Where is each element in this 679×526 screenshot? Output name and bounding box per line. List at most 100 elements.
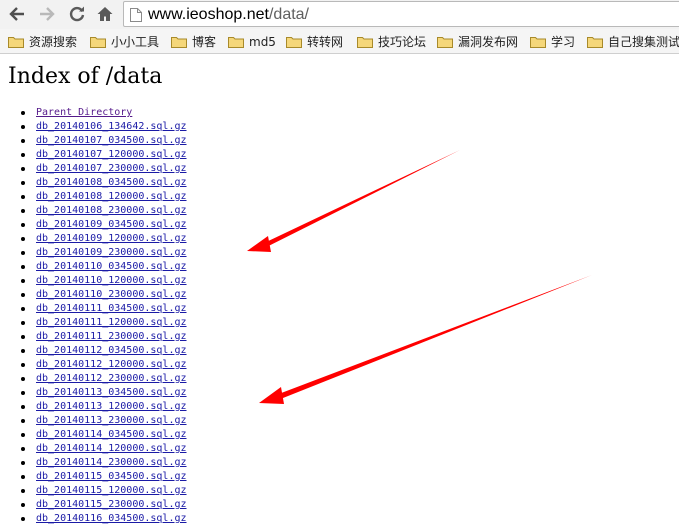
- list-bullet: [21, 265, 25, 269]
- browser-toolbar: www.ieoshop.net/data/: [0, 0, 679, 29]
- file-link[interactable]: db_20140107_034500.sql.gz: [36, 135, 187, 146]
- file-link[interactable]: db_20140109_230000.sql.gz: [36, 247, 187, 258]
- list-bullet: [21, 195, 25, 199]
- list-item: db_20140112_230000.sql.gz: [0, 372, 187, 386]
- list-item: db_20140113_120000.sql.gz: [0, 400, 187, 414]
- bookmark-label: 技巧论坛: [378, 35, 427, 49]
- file-link[interactable]: db_20140116_034500.sql.gz: [36, 513, 187, 524]
- file-link[interactable]: db_20140113_034500.sql.gz: [36, 387, 187, 398]
- file-link[interactable]: db_20140115_120000.sql.gz: [36, 485, 187, 496]
- red-arrow-2: [259, 275, 592, 404]
- folder-icon: [357, 36, 373, 48]
- list-item: db_20140109_230000.sql.gz: [0, 246, 187, 260]
- list-bullet: [21, 321, 25, 325]
- page-title: Index of /data: [8, 64, 163, 89]
- red-arrow-1: [247, 150, 460, 252]
- folder-icon: [171, 36, 187, 48]
- home-icon[interactable]: [94, 3, 116, 25]
- file-link[interactable]: db_20140115_034500.sql.gz: [36, 471, 187, 482]
- file-link[interactable]: db_20140114_120000.sql.gz: [36, 443, 187, 454]
- bookmark-item[interactable]: 学习: [530, 33, 575, 50]
- list-bullet: [21, 279, 25, 283]
- back-arrow-icon[interactable]: [6, 3, 28, 25]
- list-bullet: [21, 391, 25, 395]
- list-item: db_20140108_034500.sql.gz: [0, 176, 187, 190]
- folder-icon: [437, 36, 453, 48]
- list-item: db_20140110_230000.sql.gz: [0, 288, 187, 302]
- file-link[interactable]: db_20140111_120000.sql.gz: [36, 317, 187, 328]
- file-link[interactable]: db_20140112_230000.sql.gz: [36, 373, 187, 384]
- file-link[interactable]: db_20140111_034500.sql.gz: [36, 303, 187, 314]
- list-item: db_20140115_034500.sql.gz: [0, 470, 187, 484]
- list-item: db_20140114_034500.sql.gz: [0, 428, 187, 442]
- bookmark-item[interactable]: 博客: [171, 33, 216, 50]
- file-link[interactable]: db_20140106_134642.sql.gz: [36, 121, 187, 132]
- url-path: /data/: [268, 6, 309, 23]
- list-item: db_20140110_034500.sql.gz: [0, 260, 187, 274]
- file-link[interactable]: db_20140107_230000.sql.gz: [36, 163, 187, 174]
- folder-icon: [530, 36, 546, 48]
- bookmark-label: 资源搜索: [29, 35, 78, 49]
- file-link[interactable]: db_20140111_230000.sql.gz: [36, 331, 187, 342]
- list-item: Parent Directory: [0, 106, 187, 120]
- bookmark-item[interactable]: 小小工具: [90, 33, 159, 50]
- bookmark-item[interactable]: 资源搜索: [8, 33, 77, 50]
- file-link[interactable]: db_20140109_120000.sql.gz: [36, 233, 187, 244]
- list-bullet: [21, 237, 25, 241]
- bookmark-item[interactable]: 转转网: [286, 33, 343, 50]
- list-bullet: [21, 419, 25, 423]
- list-item: db_20140113_230000.sql.gz: [0, 414, 187, 428]
- list-bullet: [21, 335, 25, 339]
- file-link[interactable]: db_20140108_230000.sql.gz: [36, 205, 187, 216]
- file-link[interactable]: db_20140113_230000.sql.gz: [36, 415, 187, 426]
- file-link[interactable]: db_20140114_230000.sql.gz: [36, 457, 187, 468]
- directory-listing: Parent Directory db_20140106_134642.sql.…: [0, 106, 187, 526]
- url-host: www.ieoshop.net: [148, 6, 269, 23]
- file-link[interactable]: db_20140114_034500.sql.gz: [36, 429, 187, 440]
- bookmark-label: 自己搜集测试: [608, 35, 679, 49]
- url-text: www.ieoshop.net/data/: [148, 5, 309, 24]
- address-bar[interactable]: www.ieoshop.net/data/: [123, 1, 679, 27]
- file-link[interactable]: db_20140110_120000.sql.gz: [36, 275, 187, 286]
- forward-arrow-icon[interactable]: [36, 3, 58, 25]
- bookmark-item[interactable]: 漏洞发布网: [437, 33, 518, 50]
- file-link[interactable]: db_20140112_120000.sql.gz: [36, 359, 187, 370]
- folder-icon: [286, 36, 302, 48]
- list-bullet: [21, 377, 25, 381]
- folder-icon: [8, 36, 24, 48]
- file-link[interactable]: db_20140110_230000.sql.gz: [36, 289, 187, 300]
- file-link[interactable]: db_20140115_230000.sql.gz: [36, 499, 187, 510]
- list-item: db_20140109_120000.sql.gz: [0, 232, 187, 246]
- list-bullet: [21, 111, 25, 115]
- file-link[interactable]: db_20140112_034500.sql.gz: [36, 345, 187, 356]
- list-bullet: [21, 475, 25, 479]
- list-bullet: [21, 125, 25, 129]
- bookmark-item[interactable]: 技巧论坛: [357, 33, 426, 50]
- list-bullet: [21, 153, 25, 157]
- parent-directory-link[interactable]: Parent Directory: [36, 107, 132, 118]
- list-bullet: [21, 223, 25, 227]
- bookmark-label: md5: [249, 34, 276, 49]
- file-link[interactable]: db_20140108_120000.sql.gz: [36, 191, 187, 202]
- folder-icon: [228, 36, 244, 48]
- reload-icon[interactable]: [66, 3, 88, 25]
- list-bullet: [21, 251, 25, 255]
- file-link[interactable]: db_20140110_034500.sql.gz: [36, 261, 187, 272]
- list-item: db_20140112_034500.sql.gz: [0, 344, 187, 358]
- file-link[interactable]: db_20140108_034500.sql.gz: [36, 177, 187, 188]
- list-bullet: [21, 167, 25, 171]
- bookmark-item[interactable]: 自己搜集测试: [587, 33, 679, 50]
- file-link[interactable]: db_20140109_034500.sql.gz: [36, 219, 187, 230]
- bookmarks-bar: 资源搜索 小小工具 博客 md5 转转网 技巧论坛 漏洞发布网 学习 自己搜集测试: [0, 29, 679, 54]
- bookmark-label: 漏洞发布网: [458, 35, 519, 49]
- list-item: db_20140108_120000.sql.gz: [0, 190, 187, 204]
- list-item: db_20140112_120000.sql.gz: [0, 358, 187, 372]
- bookmark-item[interactable]: md5: [228, 33, 276, 50]
- list-bullet: [21, 405, 25, 409]
- file-link[interactable]: db_20140113_120000.sql.gz: [36, 401, 187, 412]
- list-bullet: [21, 489, 25, 493]
- list-item: db_20140111_034500.sql.gz: [0, 302, 187, 316]
- file-link[interactable]: db_20140107_120000.sql.gz: [36, 149, 187, 160]
- list-bullet: [21, 447, 25, 451]
- list-item: db_20140114_230000.sql.gz: [0, 456, 187, 470]
